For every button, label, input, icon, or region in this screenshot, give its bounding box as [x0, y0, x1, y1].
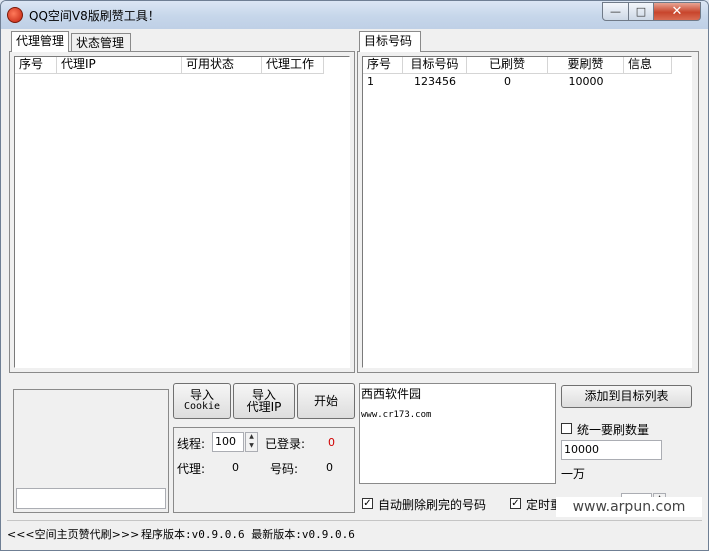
col-proxy-ip[interactable]: 代理IP — [57, 57, 182, 73]
col-available-status[interactable]: 可用状态 — [182, 57, 262, 73]
logged-in-label: 已登录: — [265, 437, 306, 451]
timed-import-checkbox[interactable]: ✓ — [510, 498, 521, 509]
app-icon — [7, 7, 23, 23]
proxy-panel: 序号 代理IP 可用状态 代理工作 — [9, 51, 355, 373]
import-proxy-button[interactable]: 导入 代理IP — [233, 383, 295, 419]
unify-count-checkbox[interactable] — [561, 423, 572, 434]
table-row[interactable]: 1 123456 0 10000 — [363, 74, 672, 90]
stats-box: 线程: 100 ▲ ▼ 已登录: 0 代理: 0 号码: 0 — [173, 427, 355, 513]
status-bar: <<<空间主页赞代刷>>> 程序版本:v0.9.0.6 最新版本:v0.9.0.… — [7, 520, 702, 545]
proxy-count-label: 代理: — [177, 462, 206, 476]
notes-line-1: 西西软件园 — [361, 387, 422, 401]
log-box — [13, 389, 169, 513]
tab-proxy-management[interactable]: 代理管理 — [11, 31, 69, 52]
col-liked[interactable]: 已刷赞 — [467, 57, 548, 73]
thread-label: 线程: — [177, 437, 206, 451]
number-count-label: 号码: — [270, 462, 299, 476]
add-to-target-list-button[interactable]: 添加到目标列表 — [561, 385, 692, 408]
unify-count-hint: 一万 — [561, 467, 586, 481]
notes-textarea[interactable]: 西西软件园 www.cr173.com — [359, 383, 556, 484]
status-version: 程序版本:v0.9.0.6 最新版本:v0.9.0.6 — [141, 528, 355, 541]
cell-to-like: 10000 — [568, 75, 604, 88]
cell-liked: 0 — [504, 75, 511, 88]
proxy-count-value: 0 — [232, 461, 239, 474]
window-title: QQ空间V8版刷赞工具！ — [29, 9, 160, 23]
title-bar[interactable]: QQ空间V8版刷赞工具！ — □ ✕ — [1, 1, 708, 29]
unify-count-label: 统一要刷数量 — [577, 423, 650, 437]
col-info[interactable]: 信息 — [624, 57, 672, 73]
thread-spinner[interactable]: ▲ ▼ — [245, 432, 258, 452]
target-panel: 序号 目标号码 已刷赞 要刷赞 信息 1 123456 0 10000 — [357, 51, 699, 373]
tab-target-numbers[interactable]: 目标号码 — [359, 31, 421, 52]
tab-status-management[interactable]: 状态管理 — [71, 33, 131, 52]
maximize-button[interactable]: □ — [628, 2, 654, 21]
col-index[interactable]: 序号 — [363, 57, 403, 73]
target-list[interactable]: 序号 目标号码 已刷赞 要刷赞 信息 1 123456 0 10000 — [362, 56, 692, 368]
minimize-button[interactable]: — — [602, 2, 629, 21]
main-window: QQ空间V8版刷赞工具！ — □ ✕ 代理管理 状态管理 序号 代理IP 可用状… — [0, 0, 709, 551]
client-area: 代理管理 状态管理 序号 代理IP 可用状态 代理工作 目标号码 序号 目标号码… — [7, 29, 702, 544]
auto-delete-label: 自动删除刷完的号码 — [378, 498, 487, 512]
start-button[interactable]: 开始 — [297, 383, 355, 419]
auto-delete-checkbox[interactable]: ✓ — [362, 498, 373, 509]
import-cookie-label-1: 导入 — [189, 388, 214, 402]
proxy-list-header: 序号 代理IP 可用状态 代理工作 — [15, 57, 324, 74]
col-to-like[interactable]: 要刷赞 — [548, 57, 624, 73]
close-button[interactable]: ✕ — [653, 2, 701, 21]
number-count-value: 0 — [326, 461, 333, 474]
cell-target-number: 123456 — [414, 75, 456, 88]
cell-index: 1 — [367, 75, 374, 88]
col-index[interactable]: 序号 — [15, 57, 57, 73]
log-input[interactable] — [16, 488, 166, 509]
import-cookie-label-2: Cookie — [183, 401, 221, 412]
target-list-header: 序号 目标号码 已刷赞 要刷赞 信息 — [363, 57, 672, 74]
import-proxy-label-2: 代理IP — [246, 400, 282, 414]
logged-in-value: 0 — [328, 436, 335, 449]
notes-line-2: www.cr173.com — [361, 410, 432, 420]
col-target-number[interactable]: 目标号码 — [403, 57, 467, 73]
status-slogan: <<<空间主页赞代刷>>> — [7, 528, 140, 541]
import-cookie-button[interactable]: 导入 Cookie — [173, 383, 231, 419]
proxy-list[interactable]: 序号 代理IP 可用状态 代理工作 — [14, 56, 350, 368]
spin-down-icon[interactable]: ▼ — [246, 442, 257, 451]
thread-input[interactable]: 100 — [212, 432, 244, 452]
col-proxy-work[interactable]: 代理工作 — [262, 57, 324, 73]
cell-info — [624, 74, 672, 90]
spin-up-icon[interactable]: ▲ — [246, 433, 257, 442]
unify-count-input[interactable]: 10000 — [561, 440, 662, 460]
watermark: www.arpun.com — [556, 497, 702, 517]
